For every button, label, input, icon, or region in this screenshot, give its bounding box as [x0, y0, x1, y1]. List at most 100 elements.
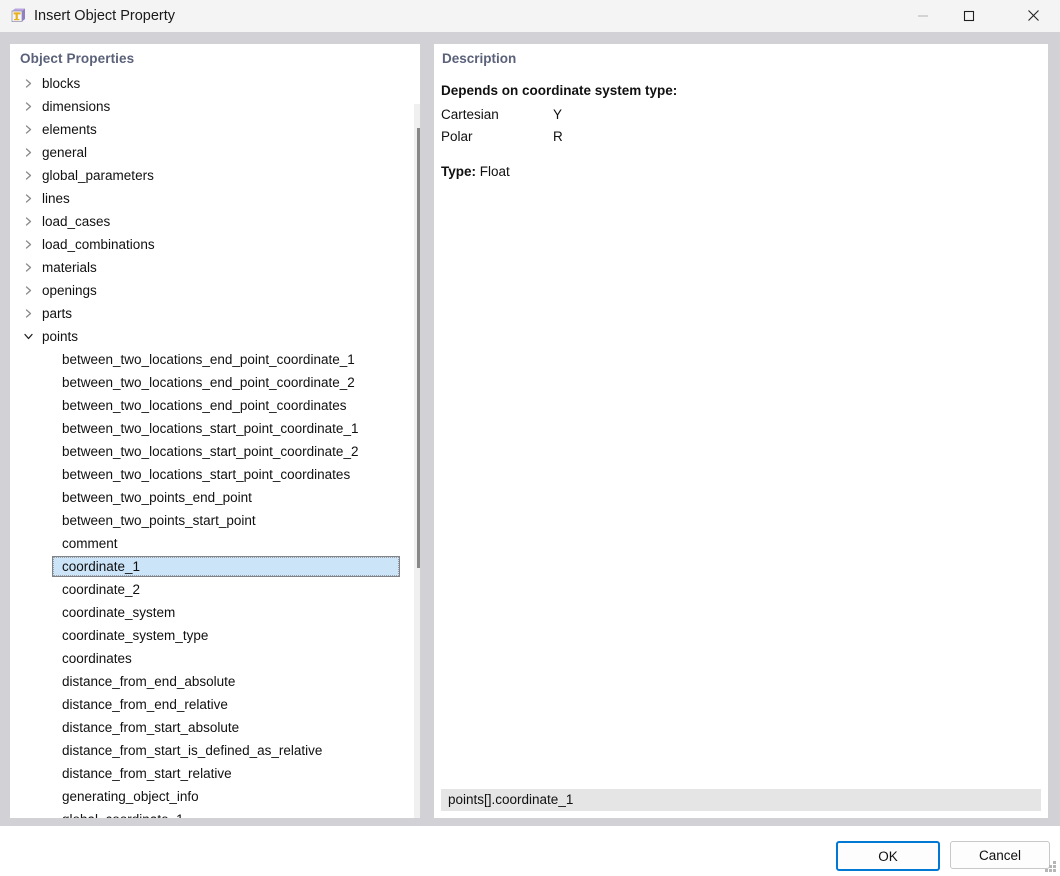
- dependency-key: Polar: [441, 129, 473, 144]
- tree-item-global_coordinate_1[interactable]: global_coordinate_1: [10, 808, 420, 818]
- tree-item-coordinates[interactable]: coordinates: [10, 647, 420, 670]
- tree-item-generating_object_info[interactable]: generating_object_info: [10, 785, 420, 808]
- tree-item-distance_from_end_absolute[interactable]: distance_from_end_absolute: [10, 670, 420, 693]
- type-line: Type: Float: [441, 163, 1039, 181]
- dependency-row: Polar R: [441, 126, 1039, 148]
- description-panel: Description Depends on coordinate system…: [434, 44, 1048, 818]
- chevron-right-icon[interactable]: [24, 233, 38, 256]
- tree-item-distance_from_start_is_defined_as_relative[interactable]: distance_from_start_is_defined_as_relati…: [10, 739, 420, 762]
- property-path-bar: points[].coordinate_1: [441, 789, 1041, 811]
- tree-item-label: between_two_locations_end_point_coordina…: [62, 375, 355, 390]
- tree-item-label: between_two_locations_start_point_coordi…: [62, 421, 359, 436]
- tree-item-label: distance_from_start_is_defined_as_relati…: [62, 743, 323, 758]
- chevron-right-icon[interactable]: [24, 302, 38, 325]
- tree-item-coordinate_1[interactable]: coordinate_1: [10, 555, 420, 578]
- tree-group-label: load_combinations: [42, 237, 155, 252]
- dependency-key: Cartesian: [441, 107, 499, 122]
- tree-item-label: between_two_locations_end_point_coordina…: [62, 352, 355, 367]
- description-heading: Depends on coordinate system type:: [441, 83, 678, 98]
- tree-group-label: global_parameters: [42, 168, 154, 183]
- tree-group-parts[interactable]: parts: [10, 302, 420, 325]
- tree-item-label: coordinate_system: [62, 605, 176, 620]
- tree-item-label: generating_object_info: [62, 789, 199, 804]
- tree-item-label: distance_from_start_absolute: [62, 720, 240, 735]
- tree-item-label: coordinate_2: [62, 582, 141, 597]
- chevron-right-icon[interactable]: [24, 210, 38, 233]
- tree-item-between_two_locations_end_point_coordinate_2[interactable]: between_two_locations_end_point_coordina…: [10, 371, 420, 394]
- object-properties-tree[interactable]: blocks dimensions elements general global_pa…: [10, 72, 420, 818]
- tree-item-label: between_two_points_start_point: [62, 513, 256, 528]
- chevron-right-icon[interactable]: [24, 118, 38, 141]
- tree-item-label: global_coordinate_1: [62, 812, 184, 818]
- maximize-icon[interactable]: [946, 0, 992, 31]
- tree-item-distance_from_end_relative[interactable]: distance_from_end_relative: [10, 693, 420, 716]
- tree-item-coordinate_system[interactable]: coordinate_system: [10, 601, 420, 624]
- tree-item-between_two_locations_start_point_coordinates[interactable]: between_two_locations_start_point_coordi…: [10, 463, 420, 486]
- object-properties-panel: Object Properties blocks dimensions elemen…: [10, 44, 420, 818]
- resize-grip[interactable]: [1044, 860, 1057, 873]
- tree-item-comment[interactable]: comment: [10, 532, 420, 555]
- tree-item-label: between_two_points_end_point: [62, 490, 252, 505]
- tree-group-blocks[interactable]: blocks: [10, 72, 420, 95]
- tree-group-dimensions[interactable]: dimensions: [10, 95, 420, 118]
- tree-item-between_two_points_start_point[interactable]: between_two_points_start_point: [10, 509, 420, 532]
- tree-item-coordinate_system_type[interactable]: coordinate_system_type: [10, 624, 420, 647]
- title-bar: Insert Object Property: [0, 0, 1060, 33]
- tree-scrollbar-thumb[interactable]: [417, 128, 420, 568]
- tree-item-between_two_locations_start_point_coordinate_2[interactable]: between_two_locations_start_point_coordi…: [10, 440, 420, 463]
- tree-item-between_two_points_end_point[interactable]: between_two_points_end_point: [10, 486, 420, 509]
- app-icon: [9, 7, 27, 25]
- tree-group-label: dimensions: [42, 99, 111, 114]
- chevron-right-icon[interactable]: [24, 187, 38, 210]
- tree-group-label: materials: [42, 260, 97, 275]
- type-value: Float: [479, 164, 510, 179]
- tree-item-label: between_two_locations_start_point_coordi…: [62, 444, 359, 459]
- tree-item-coordinate_2[interactable]: coordinate_2: [10, 578, 420, 601]
- chevron-right-icon[interactable]: [24, 72, 38, 95]
- tree-item-label: coordinate_system_type: [62, 628, 209, 643]
- tree-group-general[interactable]: general: [10, 141, 420, 164]
- tree-group-points[interactable]: points: [10, 325, 420, 348]
- tree-group-label: openings: [42, 283, 97, 298]
- tree-group-global_parameters[interactable]: global_parameters: [10, 164, 420, 187]
- tree-group-elements[interactable]: elements: [10, 118, 420, 141]
- tree-group-load_cases[interactable]: load_cases: [10, 210, 420, 233]
- tree-item-distance_from_start_absolute[interactable]: distance_from_start_absolute: [10, 716, 420, 739]
- chevron-right-icon[interactable]: [24, 256, 38, 279]
- chevron-right-icon[interactable]: [24, 141, 38, 164]
- chevron-right-icon[interactable]: [24, 95, 38, 118]
- tree-group-materials[interactable]: materials: [10, 256, 420, 279]
- tree-group-label: general: [42, 145, 88, 160]
- tree-item-distance_from_start_relative[interactable]: distance_from_start_relative: [10, 762, 420, 785]
- tree-group-label: blocks: [42, 76, 81, 91]
- dependency-value: R: [553, 129, 563, 144]
- tree-item-between_two_locations_start_point_coordinate_1[interactable]: between_two_locations_start_point_coordi…: [10, 417, 420, 440]
- close-icon[interactable]: [1010, 0, 1056, 31]
- chevron-right-icon[interactable]: [24, 279, 38, 302]
- dependency-value: Y: [553, 107, 563, 122]
- tree-group-label: points: [42, 329, 79, 344]
- tree-item-between_two_locations_end_point_coordinate_1[interactable]: between_two_locations_end_point_coordina…: [10, 348, 420, 371]
- tree-group-lines[interactable]: lines: [10, 187, 420, 210]
- chevron-right-icon[interactable]: [24, 164, 38, 187]
- tree-item-label: distance_from_start_relative: [62, 766, 232, 781]
- tree-item-between_two_locations_end_point_coordinates[interactable]: between_two_locations_end_point_coordina…: [10, 394, 420, 417]
- ok-button[interactable]: OK: [836, 841, 940, 871]
- tree-item-label: comment: [62, 536, 118, 551]
- cancel-button[interactable]: Cancel: [950, 841, 1050, 869]
- description-title: Description: [442, 51, 517, 66]
- tree-item-label: distance_from_end_relative: [62, 697, 228, 712]
- object-properties-title: Object Properties: [20, 51, 135, 66]
- minimize-icon[interactable]: [900, 0, 946, 31]
- window-title: Insert Object Property: [34, 8, 176, 24]
- tree-item-label: between_two_locations_end_point_coordina…: [62, 398, 347, 413]
- dialog-footer: OK Cancel: [0, 826, 1060, 876]
- tree-item-label: distance_from_end_absolute: [62, 674, 236, 689]
- tree-item-label: coordinates: [62, 651, 132, 666]
- tree-item-label: coordinate_1: [62, 559, 141, 574]
- tree-group-openings[interactable]: openings: [10, 279, 420, 302]
- tree-group-load_combinations[interactable]: load_combinations: [10, 233, 420, 256]
- chevron-down-icon[interactable]: [24, 325, 38, 348]
- dependency-row: Cartesian Y: [441, 104, 1039, 126]
- tree-group-label: load_cases: [42, 214, 111, 229]
